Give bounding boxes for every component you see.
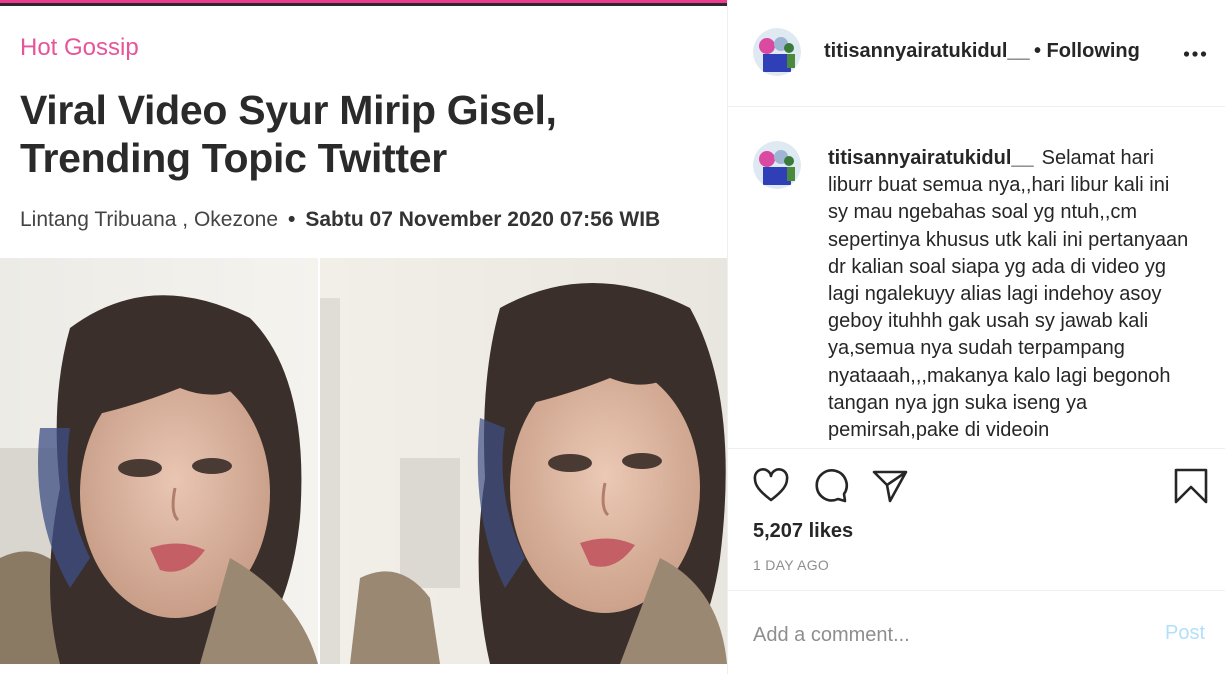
photo-left bbox=[0, 258, 318, 664]
header-username[interactable]: titisannyairatukidul__ bbox=[824, 40, 1030, 63]
comment-input[interactable] bbox=[753, 622, 1133, 648]
post-header: titisannyairatukidul__ • Following bbox=[728, 0, 1225, 107]
article-author: Lintang Tribuana , Okezone bbox=[20, 208, 279, 231]
likes-count[interactable]: 5,207 likes bbox=[753, 520, 853, 543]
article-byline: Lintang Tribuana , Okezone • Sabtu 07 Nove… bbox=[20, 208, 660, 232]
caption-avatar[interactable] bbox=[753, 141, 801, 189]
caption-text: titisannyairatukidul__ Selamat hari libur… bbox=[828, 145, 1193, 444]
post-actions: 5,207 likes 1 DAY AGO bbox=[728, 448, 1225, 591]
article-headline: Viral Video Syur Mirip Gisel, Trending T… bbox=[20, 87, 557, 181]
caption-area: titisannyairatukidul__ Selamat hari libur… bbox=[728, 108, 1225, 448]
avatar[interactable] bbox=[753, 28, 801, 76]
bookmark-icon[interactable] bbox=[1172, 467, 1210, 505]
image-bottom-strip bbox=[0, 664, 727, 674]
post-image[interactable]: Hot Gossip Viral Video Syur Mirip Gisel,… bbox=[0, 0, 727, 674]
byline-separator: • bbox=[288, 208, 296, 231]
caption-username[interactable]: titisannyairatukidul__ bbox=[828, 147, 1034, 169]
article-top-accent bbox=[0, 0, 727, 3]
post-sidebar: titisannyairatukidul__ • Following titis… bbox=[727, 0, 1225, 674]
photo-right bbox=[320, 258, 727, 664]
caption-body: Selamat hari liburr buat semua nya,,hari… bbox=[828, 147, 1189, 442]
article-category: Hot Gossip bbox=[20, 34, 139, 61]
paper-plane-icon[interactable] bbox=[871, 467, 909, 505]
follow-status-button[interactable]: • Following bbox=[1034, 40, 1140, 63]
heart-icon[interactable] bbox=[752, 467, 790, 505]
ellipsis-icon[interactable] bbox=[1183, 50, 1207, 58]
comment-bubble-icon[interactable] bbox=[812, 467, 850, 505]
comment-box: Post bbox=[728, 592, 1225, 674]
post-comment-button[interactable]: Post bbox=[1165, 622, 1205, 645]
post-timestamp[interactable]: 1 DAY AGO bbox=[753, 557, 829, 573]
article-date: Sabtu 07 November 2020 07:56 WIB bbox=[305, 208, 661, 231]
